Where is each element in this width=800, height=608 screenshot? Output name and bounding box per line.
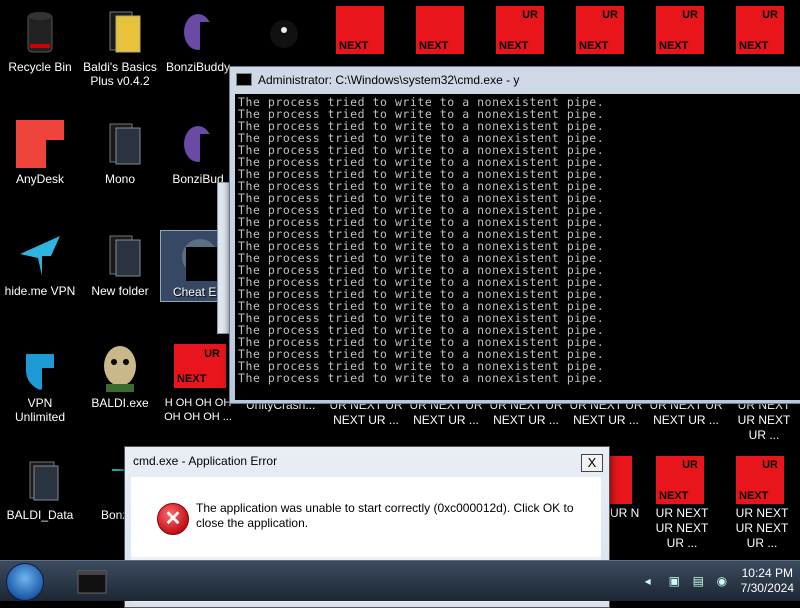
taskbar: ◂ ▣ ▤ ◉ 10:24 PM 7/30/2024: [0, 560, 800, 601]
chevron-up-icon[interactable]: ◂: [645, 574, 659, 588]
ur-next-tile[interactable]: NEXT: [416, 6, 464, 54]
close-button[interactable]: X: [581, 454, 603, 472]
desktop-icon-label: AnyDesk: [15, 172, 65, 186]
recycle-bin-icon: [16, 8, 64, 56]
desktop-icon-dark[interactable]: [242, 8, 318, 60]
desktop-icon-hideme[interactable]: hide.me VPN: [2, 232, 78, 298]
folder-icon: [96, 8, 144, 56]
cmd-icon: [236, 73, 252, 86]
ur-next-tile[interactable]: UR NEXT: [496, 6, 544, 54]
desktop-icon-vpn-unlimited[interactable]: VPN Unlimited: [2, 344, 78, 424]
desktop-icon-label-ur: UR NEXT UR NEXT UR ...: [737, 398, 791, 442]
folder-icon: [96, 232, 144, 280]
error-message: The application was unable to start corr…: [196, 501, 574, 530]
error-dialog-title: cmd.exe - Application Error: [133, 454, 278, 468]
error-dialog-titlebar[interactable]: cmd.exe - Application Error: [125, 447, 609, 475]
bonzi-icon: [174, 120, 222, 168]
console-line: The process tried to write to a nonexist…: [238, 371, 605, 385]
clock-date: 7/30/2024: [740, 581, 794, 595]
desktop-icon-label: Recycle Bin: [8, 60, 72, 74]
desktop-icon-baldis-basics[interactable]: Baldi's Basics Plus v0.4.2: [82, 8, 158, 88]
desktop-icon-label-ur: UR NEXT UR NEXT UR ...: [655, 506, 709, 550]
baldi-face-icon: [96, 344, 144, 392]
ur-next-icon: UR NEXT: [174, 344, 226, 392]
error-icon: ✕: [157, 503, 189, 535]
desktop-icon-baldi-data[interactable]: BALDI_Data: [2, 456, 78, 522]
ur-next-tile[interactable]: UR NEXT: [736, 6, 784, 54]
desktop-icon-label: BALDI.exe: [91, 396, 149, 410]
desktop-icon-mono[interactable]: Mono: [82, 120, 158, 186]
cmd-titlebar[interactable]: Administrator: C:\Windows\system32\cmd.e…: [230, 67, 800, 92]
desktop-icon-label: VPN Unlimited: [14, 396, 65, 424]
clock[interactable]: 10:24 PM 7/30/2024: [741, 566, 794, 596]
desktop-icon-baldi-exe[interactable]: BALDI.exe: [82, 344, 158, 410]
ur-next-tile[interactable]: UR NEXT: [576, 6, 624, 54]
desktop-icon-label: Mono: [104, 172, 136, 186]
system-tray: ◂ ▣ ▤ ◉ 10:24 PM 7/30/2024: [645, 563, 794, 599]
desktop-icon-new-folder[interactable]: New folder: [82, 232, 158, 298]
desktop-icon-label: Baldi's Basics Plus v0.4.2: [83, 60, 157, 88]
cmd-window[interactable]: Administrator: C:\Windows\system32\cmd.e…: [229, 66, 800, 404]
speaker-icon[interactable]: ◉: [717, 574, 731, 588]
ur-next-tile[interactable]: UR NEXT: [736, 456, 784, 504]
cmd-window-title: Administrator: C:\Windows\system32\cmd.e…: [258, 72, 520, 87]
desktop-icon-bonzibud[interactable]: BonziBud: [160, 120, 236, 186]
network-icon[interactable]: ▤: [693, 574, 707, 588]
desktop-icon-bonzibuddy[interactable]: BonziBuddy: [160, 8, 236, 74]
desktop-icon-label-ur: UR NEXT UR NEXT UR ...: [735, 506, 789, 550]
desktop-icon-ur-next[interactable]: UR NEXT H OH OH OH OH OH OH ...: [160, 344, 236, 424]
cmd-console-output[interactable]: The process tried to write to a nonexist…: [235, 94, 800, 400]
desktop-icon-label: BALDI_Data: [6, 508, 74, 522]
bonzi-icon: [174, 8, 222, 56]
ur-next-tile[interactable]: NEXT: [336, 6, 384, 54]
cheat-engine-icon: [174, 233, 222, 281]
desktop-icon-anydesk[interactable]: AnyDesk: [2, 120, 78, 186]
folder-icon: [96, 120, 144, 168]
hideme-vpn-icon: [16, 232, 64, 280]
folder-icon: [16, 456, 64, 504]
desktop-icon-label: hide.me VPN: [4, 284, 76, 298]
taskbar-app-cmd[interactable]: [72, 565, 112, 597]
dark-app-icon: [256, 8, 304, 56]
start-button[interactable]: [6, 563, 44, 601]
clock-time: 10:24 PM: [741, 566, 793, 580]
vpn-unlimited-icon: [16, 344, 64, 392]
ur-next-tile[interactable]: UR NEXT: [656, 456, 704, 504]
desktop-icon-recycle-bin[interactable]: Recycle Bin: [2, 8, 78, 74]
error-dialog-body: ✕ The application was unable to start co…: [131, 477, 601, 557]
tray-app-icon[interactable]: ▣: [669, 574, 683, 588]
cmd-app-icon: [77, 570, 107, 594]
desktop-icon-label-ur: UR NEXT UR NEXT UR ...: [610, 506, 640, 520]
desktop-icon-label: New folder: [91, 284, 149, 298]
desktop-icon-label: H OH OH OH OH OH OH ...: [164, 397, 232, 423]
ur-next-tile[interactable]: UR NEXT: [656, 6, 704, 54]
desktop-icon-label: BonziBuddy: [165, 60, 231, 74]
anydesk-icon: [16, 120, 64, 168]
